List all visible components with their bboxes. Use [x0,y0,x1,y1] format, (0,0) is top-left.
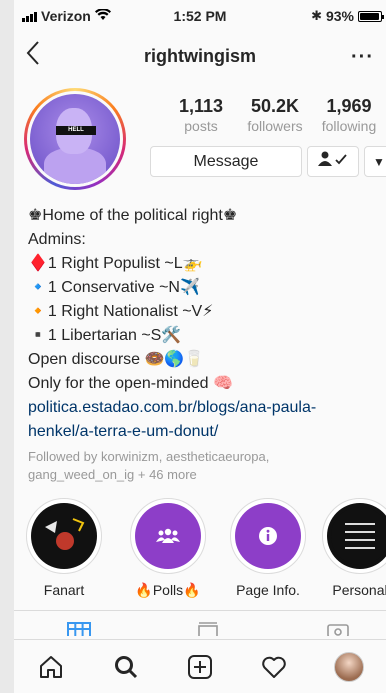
bio-line: ♦️1 Right Populist ~L🚁 [28,255,203,272]
profile-username: rightwingism [144,45,256,66]
profile-bio: ♚Home of the political right♚ Admins: ♦️… [28,204,378,444]
chevron-left-icon[interactable] [26,40,40,71]
stat-label: followers [247,118,303,134]
people-icon [135,503,201,569]
highlight-personal[interactable]: Personal [320,498,386,598]
tagged-icon[interactable] [324,622,352,638]
highlight-polls[interactable]: 🔥Polls🔥 [128,498,208,599]
stat-value: 1,969 [326,96,372,116]
following-button[interactable] [307,146,359,177]
highlight-ring [230,498,306,574]
bottom-nav-bar [14,639,386,693]
avatar-image: HELL [30,94,120,184]
highlight-ring [26,498,102,574]
followed-by-text[interactable]: Followed by korwinizm, aestheticaeuropa,… [28,448,368,484]
home-icon[interactable] [31,647,71,687]
profile-avatar[interactable]: HELL [24,88,126,190]
profile-stats: 1,113 posts 50.2K followers 1,969 follow… [164,96,386,134]
bio-line: ▪️1 Libertarian ~S🛠️ [28,327,182,344]
profile-screen: Verizon 1:52 PM ✱ 93% rightwingism ··· H… [14,0,386,693]
person-check-icon [318,151,348,172]
highlight-ring [130,498,206,574]
stat-following[interactable]: 1,969 following [312,96,386,134]
battery-percent: 93% [325,8,354,24]
highlight-fanart[interactable]: Fanart [24,498,104,598]
bio-link-continued[interactable]: henkel/a-terra-e-um-donut/ [28,420,378,444]
highlight-label: Page Info. [236,582,300,598]
tabs-divider [14,610,386,611]
profile-tabs [14,616,386,639]
bio-line: Only for the open-minded 🧠 [28,375,233,392]
stat-value: 1,113 [178,96,224,116]
caret-down-icon[interactable]: ▼ [364,146,386,177]
highlight-label: 🔥Polls🔥 [135,582,201,598]
heart-icon[interactable] [254,647,294,687]
profile-avatar-thumbnail [333,651,364,682]
bio-link[interactable]: politica.estadao.com.br/blogs/ana-paula- [28,396,378,420]
battery-fill [360,12,379,20]
stat-posts[interactable]: 1,113 posts [164,96,238,134]
add-post-icon[interactable] [180,647,220,687]
status-right: ✱ 93% [311,8,384,24]
bluetooth-icon: ✱ [311,8,322,23]
highlight-ring [322,498,386,574]
bio-line: 🔸1 Right Nationalist ~V⚡ [28,303,214,320]
search-icon[interactable] [106,647,146,687]
highlight-page-info[interactable]: Page Info. [228,498,308,598]
more-options-icon[interactable]: ··· [351,46,374,69]
message-button[interactable]: Message [150,146,302,177]
profile-avatar-tab[interactable] [329,647,369,687]
stat-value: 50.2K [250,96,300,116]
status-bar: Verizon 1:52 PM ✱ 93% [14,0,386,32]
stat-label: posts [184,118,218,134]
highlight-label: Personal [332,582,386,598]
nav-bar: rightwingism ··· [14,32,386,80]
personal-thumbnail [327,503,386,569]
list-icon[interactable] [194,622,222,639]
info-icon [235,503,301,569]
avatar-band-text: HELL [56,126,96,135]
stat-followers[interactable]: 50.2K followers [238,96,312,134]
bio-line: Admins: [28,231,86,248]
bio-line: ♚Home of the political right♚ [28,207,238,224]
stat-label: following [321,118,377,134]
bio-line: Open discourse 🍩🌎🥛 [28,351,205,368]
highlight-label: Fanart [43,582,85,598]
battery-icon [358,10,384,22]
avatar-frame: HELL [27,91,123,187]
fanart-thumbnail [31,503,97,569]
grid-icon[interactable] [65,622,93,638]
bio-line: 🔹1 Conservative ~N✈️ [28,279,200,296]
